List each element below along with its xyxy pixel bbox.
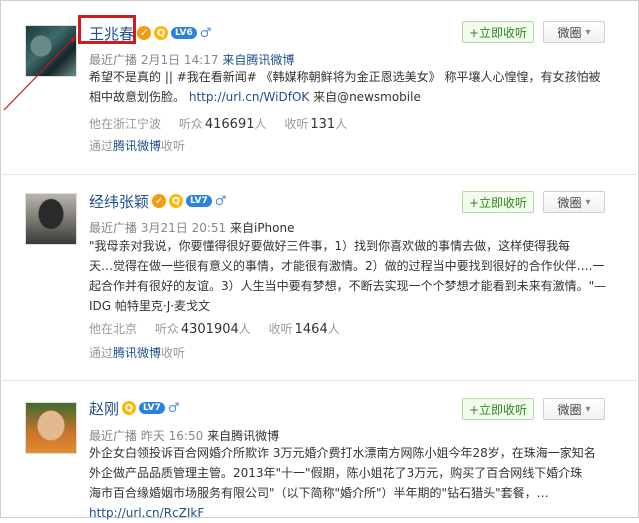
follow-button[interactable]: +立即收听 — [462, 191, 534, 213]
avatar[interactable] — [25, 402, 77, 454]
post-text: "我母亲对我说，你要懂得很好要做好三件事，1）找到你喜欢做的事情去做，这样使得我… — [89, 236, 609, 316]
level-badge: LV7 — [186, 195, 212, 207]
highlight-box — [78, 15, 136, 44]
post-time[interactable]: 2月1日 14:17 — [141, 53, 219, 67]
listeners-count[interactable]: 416691 — [205, 117, 255, 132]
user-name[interactable]: 赵刚 — [89, 398, 119, 419]
post-line: http://url.cn/RcZIkF — [89, 503, 609, 523]
qq-icon: Q — [154, 26, 169, 40]
listens-count[interactable]: 1464 — [295, 322, 328, 337]
broadcast-meta: 最近广播 2月1日 14:17 来自腾讯微博 — [89, 51, 294, 68]
via-source-link[interactable]: 腾讯微博 — [113, 139, 161, 153]
post-source[interactable]: 来自iPhone — [230, 221, 295, 235]
user-stats: 他在北京 听众 4301904人 收听 1464人 — [89, 322, 340, 337]
level-badge: LV7 — [139, 402, 165, 414]
annotation-arrow — [3, 36, 76, 111]
post-link[interactable]: http://url.cn/WiDfOK — [189, 90, 309, 104]
user-stats: 他在浙江宁波 听众 416691人 收听 131人 — [89, 117, 348, 132]
post-line: "我母亲对我说，你要懂得很好要做好三件事，1）找到你喜欢做的事情去做，这样使得我… — [89, 239, 571, 253]
broadcast-meta: 最近广播 3月21日 20:51 来自iPhone — [89, 219, 295, 236]
post-source[interactable]: 来自腾讯微博 — [207, 429, 279, 443]
post-line: 海市百合缘婚姻市场服务有限公司"（以下简称"婚介所"）半年期的"钻石猎头"套餐，… — [89, 486, 549, 500]
chevron-down-icon: ▾ — [585, 196, 591, 208]
verified-icon: ✓ — [137, 26, 152, 40]
meta-label: 最近广播 — [89, 53, 138, 67]
level-badge: LV6 — [171, 27, 197, 39]
post-source-mention[interactable]: 来自@newsmobile — [309, 90, 421, 104]
weiquan-button[interactable]: 微圈 ▾ — [543, 398, 605, 420]
post-line: 起合作并有很好的友谊。3）人生当中要有梦想，不断去实现一个个梦想才能看到未来有激… — [89, 279, 607, 293]
verified-icon: ✓ — [152, 194, 167, 208]
location: 他在浙江宁波 — [89, 117, 162, 131]
divider — [0, 174, 639, 175]
meta-label: 最近广播 — [89, 429, 138, 443]
weiquan-label: 微圈 — [557, 25, 582, 40]
divider — [0, 380, 639, 381]
weiquan-button[interactable]: 微圈 ▾ — [543, 21, 605, 43]
meta-label: 最近广播 — [89, 221, 138, 235]
post-line: 相中故意划伤脸。 http://url.cn/WiDfOK 来自@newsmob… — [89, 90, 421, 104]
male-icon: ♂ — [199, 25, 212, 41]
user-name[interactable]: 经纬张颖 — [89, 191, 149, 212]
post-time[interactable]: 昨天 16:50 — [141, 429, 203, 443]
chevron-down-icon: ▾ — [585, 403, 591, 415]
follow-button[interactable]: +立即收听 — [462, 21, 534, 43]
weiquan-label: 微圈 — [557, 195, 582, 210]
post-text: 外企女白领投诉百合网婚介所欺诈 3万元婚介费打水漂南方网陈小姐今年28岁，在珠海… — [89, 443, 609, 523]
chevron-down-icon: ▾ — [585, 26, 591, 38]
avatar[interactable] — [25, 193, 77, 245]
location: 他在北京 — [89, 322, 138, 336]
weiquan-button[interactable]: 微圈 ▾ — [543, 191, 605, 213]
via-line: 通过腾讯微博收听 — [89, 346, 186, 360]
male-icon: ♂ — [167, 400, 180, 416]
post-line: IDG 帕特里克·J·麦戈文 — [89, 299, 211, 313]
via-line: 通过腾讯微博收听 — [89, 139, 186, 153]
post-source[interactable]: 来自腾讯微博 — [222, 53, 294, 67]
post-line: 外企女白领投诉百合网婚介所欺诈 3万元婚介费打水漂南方网陈小姐今年28岁，在珠海… — [89, 446, 596, 460]
qq-icon: Q — [169, 194, 184, 208]
post-line: 外企做产品品质管理主管。2013年"十一"假期，陈小姐花了3万元，购买了百合网线… — [89, 466, 583, 480]
male-icon: ♂ — [214, 193, 227, 209]
name-row: 赵刚 Q LV7 ♂ — [89, 398, 179, 418]
via-source-link[interactable]: 腾讯微博 — [113, 346, 161, 360]
post-time[interactable]: 3月21日 20:51 — [141, 221, 226, 235]
follow-button[interactable]: +立即收听 — [462, 398, 534, 420]
post-line: 希望不是真的 || #我在看新闻# 《韩媒称朝鲜将为金正恩选美女》 称平壤人心惶… — [89, 70, 601, 84]
listens-count[interactable]: 131 — [310, 117, 335, 132]
broadcast-meta: 最近广播 昨天 16:50 来自腾讯微博 — [89, 427, 279, 444]
post-text: 希望不是真的 || #我在看新闻# 《韩媒称朝鲜将为金正恩选美女》 称平壤人心惶… — [89, 67, 609, 107]
post-line: 天…觉得在做一些很有意义的事情，才能很有激情。2）做的过程当中要找到很好的合作伙… — [89, 259, 605, 273]
qq-icon: Q — [122, 401, 137, 415]
listeners-count[interactable]: 4301904 — [181, 322, 239, 337]
weiquan-label: 微圈 — [557, 402, 582, 417]
name-row: 经纬张颖 ✓ Q LV7 ♂ — [89, 191, 226, 211]
